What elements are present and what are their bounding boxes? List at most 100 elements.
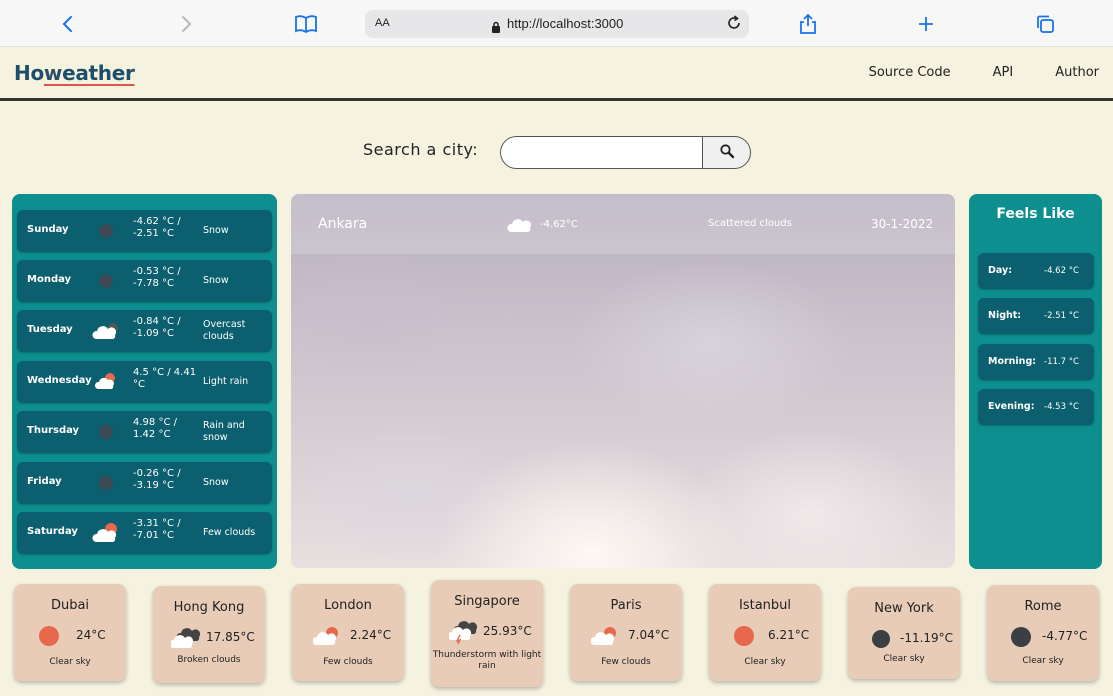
search-icon [719,143,735,163]
browser-toolbar: AA http://localhost:3000 [0,0,1113,47]
city-card-istanbul[interactable]: Istanbul 6.21°C Clear sky [709,584,821,681]
forecast-temp: -0.84 °C / -1.09 °C [133,316,181,339]
city-card-rome[interactable]: Rome -4.77°C Clear sky [987,585,1099,681]
few-clouds-icon [312,624,343,648]
city-name: Singapore [454,594,520,609]
logo-text-ho: Ho [14,61,44,85]
overcast-clouds-icon [91,318,121,344]
reader-options-button[interactable]: AA [375,17,390,29]
forecast-day: Saturday [27,526,78,537]
city-desc: Clear sky [744,657,786,667]
bookmarks-icon[interactable] [292,10,320,38]
back-icon[interactable] [54,10,82,38]
feels-like-label: Day: [988,265,1012,276]
feels-like-value: -4.62 °C [1044,266,1079,276]
current-date: 30-1-2022 [871,217,934,231]
feels-like-title: Feels Like [996,206,1075,222]
city-temp: 24°C [76,628,106,642]
feels-like-panel: Feels Like Day: -4.62 °C Night: -2.51 °C… [969,194,1102,569]
feels-like-value: -2.51 °C [1044,311,1079,321]
snow-icon [91,268,121,294]
url-text: http://localhost:3000 [507,16,624,31]
city-card-london[interactable]: London 2.24°C Few clouds [292,584,404,681]
few-clouds-icon [590,624,621,648]
share-icon[interactable] [794,10,822,38]
city-search-input[interactable] [500,136,703,169]
sun-icon [731,624,761,648]
forecast-temp: 4.5 °C / 4.41 °C [133,367,197,390]
city-card-new-york[interactable]: New York -11.19°C Clear sky [848,587,960,679]
weekly-forecast-panel: Sunday -4.62 °C / -2.51 °C Snow Monday -… [12,194,277,569]
thunderstorm-icon [447,620,479,645]
city-temp: 2.24°C [350,628,392,642]
feels-like-row-evening: Evening: -4.53 °C [978,389,1094,425]
forecast-desc: Rain and snow [203,420,245,443]
forecast-desc: Few clouds [203,527,256,538]
address-bar[interactable]: AA http://localhost:3000 [365,10,749,38]
snow-icon [91,470,121,496]
city-card-hong-kong[interactable]: Hong Kong 17.85°C Broken clouds [153,586,265,683]
new-tab-icon[interactable] [912,10,940,38]
city-name: Dubai [50,598,90,613]
feels-like-row-night: Night: -2.51 °C [978,298,1094,334]
forecast-day: Wednesday [27,375,92,386]
city-card-dubai[interactable]: Dubai 24°C Clear sky [14,584,126,681]
forecast-row-thursday: Thursday 4.98 °C / 1.42 °C Rain and snow [17,411,272,453]
city-temp: 25.93°C [483,624,532,638]
forward-icon[interactable] [172,10,200,38]
forecast-row-tuesday: Tuesday -0.84 °C / -1.09 °C Overcast clo… [17,310,272,352]
city-temp: 17.85°C [206,630,255,644]
nav-link-api[interactable]: API [993,65,1014,80]
search-button[interactable] [702,136,751,169]
city-temp: 7.04°C [628,628,670,642]
city-name: Istanbul [738,598,791,613]
nav-link-author[interactable]: Author [1055,65,1099,80]
forecast-day: Sunday [27,224,69,235]
forecast-day: Monday [27,274,72,285]
nav-link-source-code[interactable]: Source Code [869,65,951,80]
sun-icon [36,624,66,648]
feels-like-row-day: Day: -4.62 °C [978,253,1094,289]
forecast-temp: -0.26 °C / -3.19 °C [133,468,181,491]
forecast-day: Friday [27,476,62,487]
search-label: Search a city: [363,140,479,159]
reload-icon[interactable] [725,14,743,36]
forecast-desc: Snow [203,275,229,286]
cloud-icon [506,214,534,238]
forecast-temp: 4.98 °C / 1.42 °C [133,417,177,440]
moon-icon [868,627,898,651]
forecast-temp: -0.53 °C / -7.78 °C [133,266,181,289]
moon-icon [1008,625,1038,649]
forecast-temp: -3.31 °C / -7.01 °C [133,518,181,541]
city-desc: Clear sky [1022,656,1064,666]
city-name: London [324,598,372,613]
city-card-paris[interactable]: Paris 7.04°C Few clouds [570,584,682,681]
city-desc: Clear sky [883,654,925,664]
forecast-desc: Overcast clouds [203,319,246,342]
forecast-desc: Light rain [203,376,249,387]
forecast-day: Tuesday [27,324,73,335]
feels-like-label: Morning: [988,356,1037,367]
forecast-row-friday: Friday -0.26 °C / -3.19 °C Snow [17,462,272,504]
app-logo[interactable]: Howeather [14,61,135,85]
city-desc: Few clouds [601,657,651,667]
forecast-row-wednesday: Wednesday 4.5 °C / 4.41 °C Light rain [17,361,272,403]
nav-links: Source Code API Author [869,65,1099,80]
feels-like-label: Evening: [988,401,1035,412]
feels-like-label: Night: [988,310,1022,321]
logo-text-rest: eather [62,61,135,85]
current-temp: -4.62°C [540,219,578,230]
logo-text-w: w [43,61,63,85]
current-desc: Scattered clouds [708,218,792,229]
tabs-overview-icon[interactable] [1031,10,1059,38]
forecast-desc: Snow [203,477,229,488]
feels-like-value: -4.53 °C [1044,402,1079,412]
app-navbar: Howeather Source Code API Author [0,48,1113,101]
forecast-row-saturday: Saturday -3.31 °C / -7.01 °C Few clouds [17,512,272,554]
current-weather-header: Ankara -4.62°C Scattered clouds 30-1-202… [291,194,955,254]
city-card-singapore[interactable]: Singapore 25.93°C Thunderstorm with ligh… [431,580,543,687]
forecast-day: Thursday [27,425,80,436]
forecast-desc: Snow [203,225,229,236]
city-name: Rome [1024,599,1062,614]
city-name: Paris [610,598,642,613]
